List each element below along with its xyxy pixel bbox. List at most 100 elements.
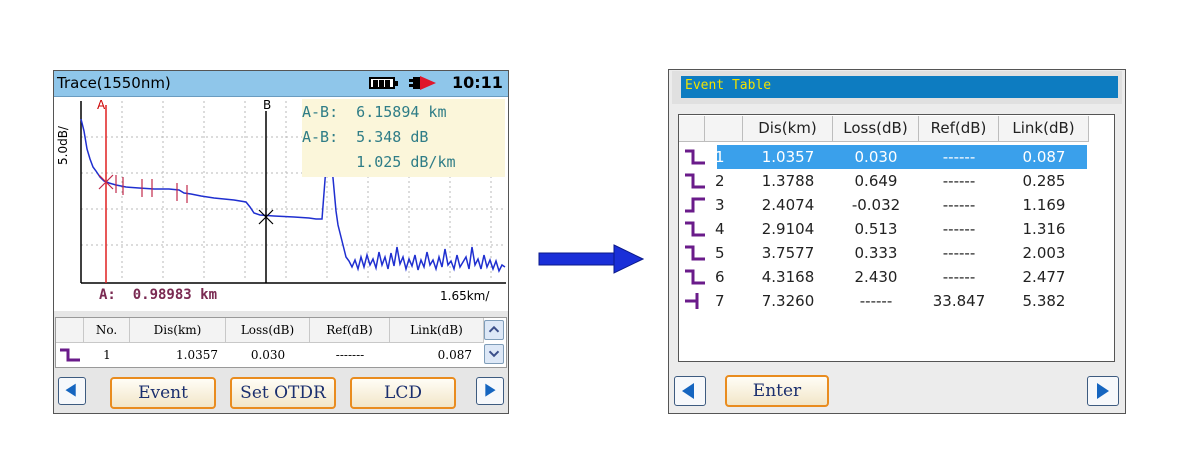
marker-b-label: B xyxy=(263,98,272,112)
chevron-down-icon xyxy=(488,350,500,358)
cell-no: 1 xyxy=(103,348,111,362)
cell-dis: 2.9104 xyxy=(761,220,815,238)
table-row[interactable]: 5 3.7577 0.333 ------ 2.003 xyxy=(679,241,1089,265)
cell-dis: 1.3788 xyxy=(761,172,815,190)
battery-icon xyxy=(369,77,398,89)
cell-dis: 4.3168 xyxy=(761,268,815,286)
table-header-row: Dis(km) Loss(dB) Ref(dB) Link(dB) xyxy=(679,116,1089,142)
table-row[interactable]: 3 2.4074 -0.032 ------ 1.169 xyxy=(679,193,1089,217)
left-arrow-icon xyxy=(65,383,76,397)
right-arrow-icon xyxy=(538,244,644,274)
cell-dis: 2.4074 xyxy=(761,196,815,214)
event-table-screen: Event Table Dis(km) Loss(dB) Ref(dB) Lin… xyxy=(668,69,1126,414)
table-header-row: No. Dis(km) Loss(dB) Ref(dB) Link(dB) xyxy=(56,318,484,343)
cell-link: 2.003 xyxy=(1022,244,1066,262)
cell-link: 2.477 xyxy=(1022,268,1066,286)
col-header-dis: Dis(km) xyxy=(130,318,226,343)
soft-key-bar: Enter xyxy=(669,368,1125,413)
col-header-link: Link(dB) xyxy=(999,116,1089,142)
ab-measurement-box: A-B: 6.15894 km A-B: 5.348 dB 1.025 dB/k… xyxy=(302,99,505,177)
ab-attenuation: 1.025 dB/km xyxy=(302,153,456,171)
cell-no: 3 xyxy=(715,196,725,214)
cell-dis: 7.3260 xyxy=(761,292,815,310)
cell-link: 0.285 xyxy=(1022,172,1066,190)
table-row[interactable]: 7 7.3260 ------ 33.847 5.382 xyxy=(679,289,1089,313)
col-header-no: No. xyxy=(84,318,130,343)
cell-ref: 33.847 xyxy=(932,292,986,310)
cell-no: 4 xyxy=(715,220,725,238)
table-row[interactable]: 1 1.0357 0.030 ------- 0.087 xyxy=(56,343,484,368)
cell-loss: 0.333 xyxy=(854,244,898,262)
col-header-dis: Dis(km) xyxy=(743,116,833,142)
cell-ref: ------ xyxy=(942,220,976,238)
ab-loss: A-B: 5.348 dB xyxy=(302,128,429,146)
cell-ref: ------ xyxy=(942,244,976,262)
cell-link: 1.316 xyxy=(1022,220,1066,238)
trace-plot[interactable]: 5.0dB/ A B A-B: 6.15894 km A-B: 5.348 dB… xyxy=(54,97,508,311)
chevron-up-icon xyxy=(488,325,500,333)
screen-title: Trace(1550nm) xyxy=(57,74,171,92)
cursor-readout: A: 0.98983 km xyxy=(99,287,218,303)
end-event-icon xyxy=(685,293,699,309)
event-table: Dis(km) Loss(dB) Ref(dB) Link(dB) 1 1.035… xyxy=(678,114,1115,362)
col-header-loss: Loss(dB) xyxy=(226,318,310,343)
y-scale-label: 5.0dB/ xyxy=(56,126,70,165)
table-row[interactable]: 1 1.0357 0.030 ------ 0.087 xyxy=(679,145,1089,169)
x-scale-label: 1.65km/ xyxy=(440,289,490,303)
cell-no: 1 xyxy=(715,148,725,166)
scroll-down-button[interactable] xyxy=(484,344,504,364)
loss-event-icon xyxy=(685,269,705,285)
next-page-button[interactable] xyxy=(476,377,504,405)
clock: 10:11 xyxy=(452,73,503,92)
table-row[interactable]: 6 4.3168 2.430 ------ 2.477 xyxy=(679,265,1089,289)
gain-event-icon xyxy=(685,197,705,213)
loss-event-icon xyxy=(60,348,80,362)
cell-link: 0.087 xyxy=(1022,148,1066,166)
cell-loss: 0.649 xyxy=(854,172,898,190)
cell-loss: 0.513 xyxy=(854,220,898,238)
loss-event-icon xyxy=(685,149,705,165)
cell-ref: ------ xyxy=(942,172,976,190)
col-header-ref: Ref(dB) xyxy=(919,116,999,142)
right-arrow-icon xyxy=(1097,383,1109,399)
cell-dis: 1.0357 xyxy=(176,348,218,362)
cell-loss: 0.030 xyxy=(250,348,286,362)
title-bar: Event Table xyxy=(681,76,1118,98)
loss-event-icon xyxy=(685,173,705,189)
cell-ref: ------ xyxy=(942,148,976,166)
otdr-trace-screen: Trace(1550nm) 10:11 5.0dB/ A B A-B: 6.15… xyxy=(53,70,509,414)
ab-distance: A-B: 6.15894 km xyxy=(302,103,447,121)
next-page-button[interactable] xyxy=(1087,376,1119,406)
table-row[interactable]: 2 1.3788 0.649 ------ 0.285 xyxy=(679,169,1089,193)
title-bar: Trace(1550nm) 10:11 xyxy=(54,71,508,97)
marker-a-label: A xyxy=(97,98,106,112)
left-arrow-icon xyxy=(682,383,694,399)
loss-event-icon xyxy=(685,245,705,261)
cell-ref: ------ xyxy=(942,196,976,214)
cell-loss: 0.030 xyxy=(854,148,898,166)
cell-no: 6 xyxy=(715,268,725,286)
cell-link: 5.382 xyxy=(1022,292,1066,310)
cell-ref: ------- xyxy=(335,348,365,362)
prev-page-button[interactable] xyxy=(58,377,86,405)
prev-page-button[interactable] xyxy=(674,376,706,406)
col-header-loss: Loss(dB) xyxy=(833,116,919,142)
set-otdr-button[interactable]: Set OTDR xyxy=(230,377,336,409)
event-summary-table: No. Dis(km) Loss(dB) Ref(dB) Link(dB) 1 … xyxy=(55,317,507,368)
cell-link: 0.087 xyxy=(437,348,472,362)
title-frame: Event Table xyxy=(672,71,1122,104)
enter-button[interactable]: Enter xyxy=(725,375,829,407)
soft-key-bar: Event Set OTDR LCD xyxy=(54,371,508,413)
scroll-up-button[interactable] xyxy=(484,320,504,340)
table-row[interactable]: 4 2.9104 0.513 ------ 1.316 xyxy=(679,217,1089,241)
cell-loss: -0.032 xyxy=(851,196,901,214)
event-button[interactable]: Event xyxy=(110,377,216,409)
loss-event-icon xyxy=(685,221,705,237)
cell-ref: ------ xyxy=(942,268,976,286)
lcd-button[interactable]: LCD xyxy=(350,377,456,409)
cell-no: 2 xyxy=(715,172,725,190)
cell-dis: 3.7577 xyxy=(761,244,815,262)
right-arrow-icon xyxy=(485,383,496,397)
cell-link: 1.169 xyxy=(1022,196,1066,214)
plug-icon xyxy=(409,76,436,90)
